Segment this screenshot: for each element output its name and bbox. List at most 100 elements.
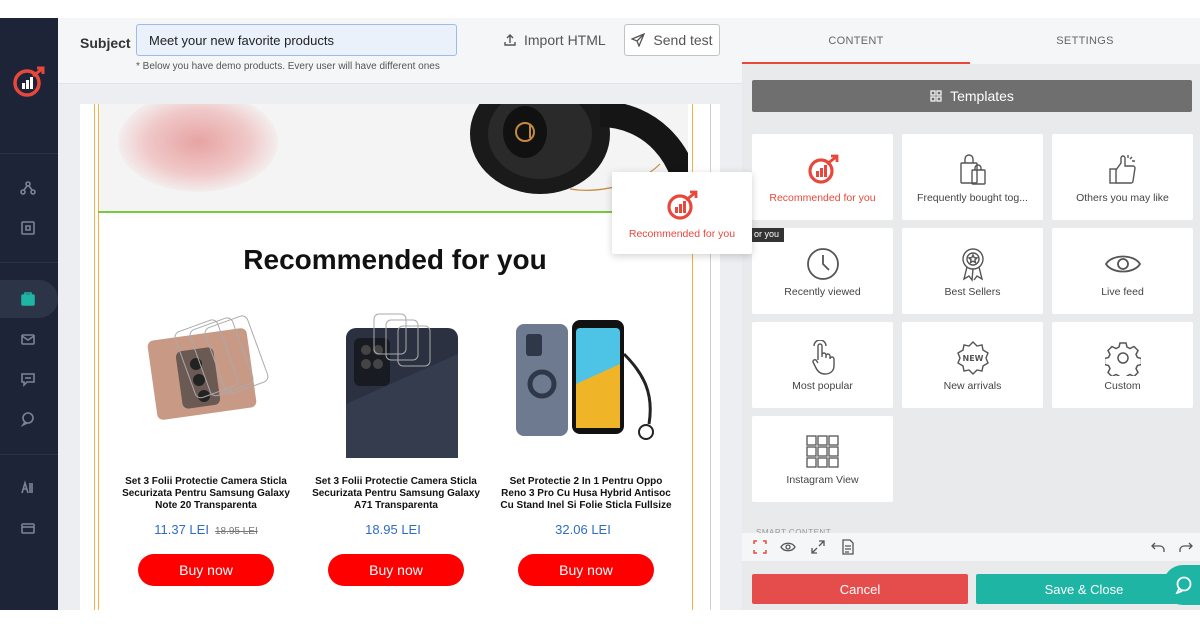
product-old-price: 18.95 LEI — [214, 526, 258, 537]
eye-icon — [1103, 244, 1143, 284]
product-image — [346, 313, 458, 458]
sidebar-divider — [0, 262, 58, 263]
block-tile-live-feed[interactable]: Live feed — [1052, 228, 1193, 314]
sidebar-ai-icon[interactable] — [16, 476, 40, 500]
svg-text:NEW: NEW — [962, 354, 983, 363]
thumbs-up-icon — [1103, 150, 1143, 190]
tile-label: Live feed — [1101, 286, 1144, 298]
upload-icon — [504, 34, 516, 46]
block-tile-best-sellers[interactable]: Best Sellers — [902, 228, 1043, 314]
hero-blur-image — [118, 104, 278, 192]
shopping-bags-icon — [953, 150, 993, 190]
recommend-logo-icon — [803, 150, 843, 190]
product-price: 32.06 LEI — [496, 522, 676, 537]
send-icon — [631, 33, 646, 47]
product-card[interactable]: Set Protectie 2 In 1 Pentru Oppo Reno 3 … — [496, 290, 676, 610]
tile-label: Others you may like — [1076, 192, 1169, 204]
product-image — [516, 320, 654, 440]
support-chat-button[interactable] — [1163, 565, 1200, 605]
sidebar-email-campaigns-icon[interactable] — [16, 287, 40, 311]
tile-label: Recently viewed — [784, 286, 861, 298]
panel-tabs: CONTENT SETTINGS — [742, 18, 1200, 64]
content-panel: CONTENT SETTINGS Templates Recommended f… — [742, 18, 1200, 610]
tile-label: Recommended for you — [769, 192, 876, 204]
subject-note: * Below you have demo products. Every us… — [136, 61, 440, 72]
product-name: Set 3 Folii Protectie Camera Sticla Secu… — [312, 476, 480, 511]
tile-label: Most popular — [792, 380, 853, 392]
tile-label: New arrivals — [943, 380, 1002, 392]
gear-icon — [1103, 338, 1143, 378]
tab-settings[interactable]: SETTINGS — [970, 18, 1200, 64]
tile-label: Custom — [1104, 380, 1141, 392]
send-test-label: Send test — [653, 32, 713, 48]
grid-icon — [930, 90, 942, 102]
product-price: 11.37 LEI 18.95 LEI — [116, 522, 296, 537]
chat-bubble-icon — [1175, 576, 1192, 594]
sidebar-mail-icon[interactable] — [16, 327, 40, 351]
guide-line — [98, 104, 99, 610]
import-html-button[interactable]: Import HTML — [503, 32, 606, 48]
product-current-price: 32.06 LEI — [555, 522, 611, 537]
award-badge-icon — [953, 244, 993, 284]
product-name: Set 3 Folii Protectie Camera Sticla Secu… — [122, 476, 290, 511]
product-card[interactable]: Set 3 Folii Protectie Camera Sticla Secu… — [116, 290, 296, 610]
sidebar-automation-icon[interactable] — [16, 176, 40, 200]
sidebar-sms-icon[interactable] — [16, 367, 40, 391]
buy-now-button[interactable]: Buy now — [138, 554, 274, 586]
product-current-price: 18.95 LEI — [365, 522, 421, 537]
tab-content[interactable]: CONTENT — [742, 18, 970, 64]
subject-input[interactable] — [136, 24, 457, 56]
drop-indicator-line — [98, 211, 688, 213]
undo-icon[interactable] — [1150, 539, 1166, 555]
product-name: Set Protectie 2 In 1 Pentru Oppo Reno 3 … — [500, 476, 672, 511]
tile-label: Instagram View — [786, 474, 859, 486]
sidebar-forms-icon[interactable] — [16, 216, 40, 240]
fullscreen-icon[interactable] — [810, 539, 826, 555]
product-card[interactable]: Set 3 Folii Protectie Camera Sticla Secu… — [306, 290, 486, 610]
block-tile-new-arrivals[interactable]: NEW New arrivals — [902, 322, 1043, 408]
block-tile-instagram-view[interactable]: Instagram View — [752, 416, 893, 502]
templates-button[interactable]: Templates — [752, 80, 1192, 112]
block-tile-others-you-may-like[interactable]: Others you may like — [1052, 134, 1193, 220]
sidebar-divider — [0, 454, 58, 455]
sidebar-divider — [0, 153, 58, 154]
subject-label: Subject — [80, 35, 131, 51]
templates-label: Templates — [950, 88, 1014, 104]
grid-icon — [803, 432, 843, 472]
sidebar-chat-icon[interactable] — [16, 407, 40, 431]
sidebar-billing-icon[interactable] — [16, 516, 40, 540]
preview-eye-icon[interactable] — [780, 539, 796, 555]
select-frame-icon[interactable] — [752, 539, 768, 555]
block-tile-recommended[interactable]: Recommended for you — [752, 134, 893, 220]
code-file-icon[interactable] — [840, 539, 856, 555]
block-tile-custom[interactable]: Custom — [1052, 322, 1193, 408]
redo-icon[interactable] — [1178, 539, 1194, 555]
buy-now-button[interactable]: Buy now — [518, 554, 654, 586]
send-test-button[interactable]: Send test — [624, 24, 720, 56]
drag-preview-card[interactable]: Recommended for you — [612, 172, 752, 254]
import-html-label: Import HTML — [524, 32, 606, 48]
tile-label: Frequently bought tog... — [917, 192, 1028, 204]
editor-header: Subject * Below you have demo products. … — [58, 18, 742, 84]
hero-banner[interactable] — [100, 104, 688, 212]
product-image — [147, 315, 269, 420]
block-tile-most-popular[interactable]: Most popular — [752, 322, 893, 408]
cancel-button[interactable]: Cancel — [752, 574, 968, 604]
recommend-logo-icon — [664, 188, 700, 224]
pointer-hand-icon — [803, 338, 843, 378]
editor-toolbar — [742, 533, 1200, 561]
email-canvas: Recommended for you Set 3 Folii Protecti… — [58, 84, 742, 610]
guide-line — [94, 104, 95, 610]
brand-logo[interactable] — [11, 64, 47, 100]
product-current-price: 11.37 LEI — [154, 522, 209, 537]
left-sidebar — [0, 18, 58, 610]
product-price: 18.95 LEI — [306, 522, 486, 537]
active-tab-underline — [742, 62, 970, 64]
block-tile-frequently-bought[interactable]: Frequently bought tog... — [902, 134, 1043, 220]
buy-now-button[interactable]: Buy now — [328, 554, 464, 586]
drag-preview-label: Recommended for you — [628, 228, 736, 240]
clock-icon — [803, 244, 843, 284]
new-badge-icon: NEW — [953, 338, 993, 378]
drag-tooltip: or you — [752, 228, 784, 242]
save-close-button[interactable]: Save & Close — [976, 574, 1192, 604]
